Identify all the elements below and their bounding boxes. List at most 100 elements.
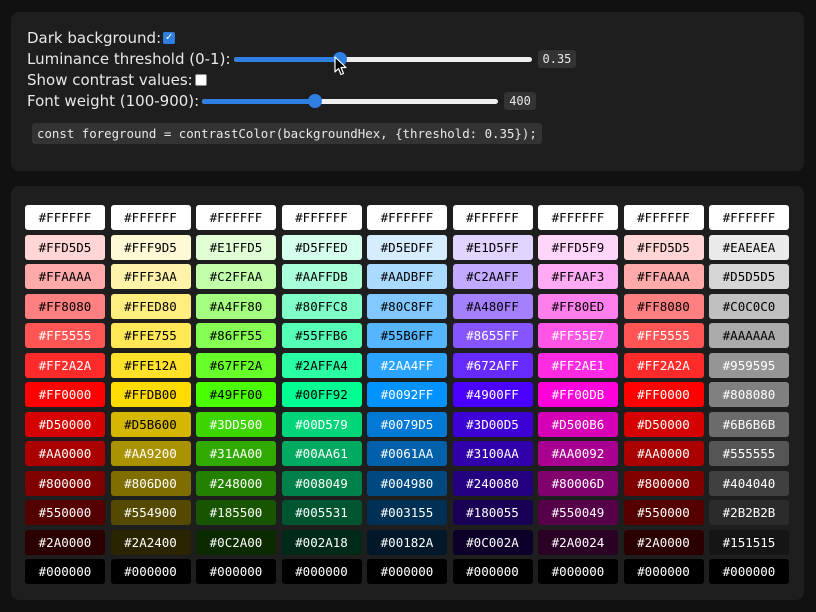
color-swatch: #FFAAAA [623, 264, 704, 289]
color-swatch: #404040 [709, 470, 789, 496]
color-swatch: #FFDB00 [110, 382, 191, 407]
color-swatch: #D5EDFF [367, 234, 447, 260]
swatch-panel: #FFFFFF #FFFFFF #FFFFFF #FFFFFF #FFFFFF #FFFF… [11, 186, 804, 600]
color-swatch: #FFD5D5 [25, 234, 105, 260]
color-swatch: #000000 [623, 559, 704, 584]
color-swatch: #000000 [709, 559, 789, 584]
color-swatch: #C2FFAA [196, 264, 276, 289]
color-swatch: #D5FFED [281, 234, 362, 260]
color-swatch: #004980 [367, 470, 447, 496]
swatch-grid: #FFFFFF #FFFFFF #FFFFFF #FFFFFF #FFFFFF #FFFF… [25, 205, 789, 584]
color-swatch: #FFFFFF [281, 205, 362, 230]
color-swatch: #00182A [367, 529, 447, 555]
dark-background-checkbox[interactable] [163, 32, 176, 44]
color-swatch: #FFF3AA [110, 264, 191, 289]
color-swatch: #00D579 [281, 411, 362, 437]
color-swatch: #3100AA [452, 441, 533, 466]
color-swatch: #554900 [110, 500, 191, 525]
color-swatch: #000000 [281, 559, 362, 584]
font-weight-slider[interactable] [202, 93, 499, 109]
color-swatch: #FFFFFF [196, 205, 276, 230]
color-swatch: #FF8080 [25, 293, 105, 319]
color-swatch: #FFD5F9 [538, 234, 618, 260]
controls-panel: Dark background: Luminance threshold (0-… [11, 12, 804, 171]
color-swatch: #E1D5FF [452, 234, 533, 260]
color-swatch: #FFFFFF [25, 205, 105, 230]
color-swatch: #D5B600 [110, 411, 191, 437]
color-swatch: #FFFFFF [709, 205, 789, 230]
color-swatch: #67FF2A [196, 352, 276, 378]
threshold-slider[interactable] [233, 51, 532, 67]
color-swatch: #E1FFD5 [196, 234, 276, 260]
code-snippet: const foreground = contrastColor(backgro… [32, 123, 542, 144]
threshold-value: 0.35 [537, 50, 577, 68]
color-swatch: #00FF92 [281, 382, 362, 407]
color-swatch: #FF80ED [538, 293, 618, 319]
color-swatch: #86FF55 [196, 323, 276, 348]
color-swatch: #FFF9D5 [110, 234, 191, 260]
color-swatch: #FF2A2A [623, 352, 704, 378]
color-swatch: #80C8FF [367, 293, 447, 319]
color-swatch: #AADBFF [367, 264, 447, 289]
color-swatch: #D50000 [623, 411, 704, 437]
color-swatch: #D50000 [25, 411, 105, 437]
color-swatch: #2A2400 [110, 529, 191, 555]
color-swatch: #000000 [452, 559, 533, 584]
color-swatch: #8655FF [452, 323, 533, 348]
color-swatch: #0C2A00 [196, 529, 276, 555]
color-swatch: #2A0024 [538, 529, 618, 555]
color-swatch: #FFE755 [110, 323, 191, 348]
color-swatch: #005531 [281, 500, 362, 525]
font-weight-slider-thumb[interactable] [307, 94, 322, 108]
color-swatch: #000000 [538, 559, 618, 584]
color-swatch: #185500 [196, 500, 276, 525]
color-swatch: #248000 [196, 470, 276, 496]
color-swatch: #808080 [709, 382, 789, 407]
color-swatch: #000000 [25, 559, 105, 584]
color-swatch: #0092FF [367, 382, 447, 407]
dark-background-row: Dark background: [27, 28, 176, 48]
color-swatch: #FFFFFF [623, 205, 704, 230]
color-swatch: #FFFFFF [538, 205, 618, 230]
color-swatch: #FF8080 [623, 293, 704, 319]
color-swatch: #2A0000 [623, 529, 704, 555]
dark-background-label: Dark background: [27, 29, 162, 47]
color-swatch: #0C002A [452, 529, 533, 555]
color-swatch: #806D00 [110, 470, 191, 496]
color-swatch: #550000 [25, 500, 105, 525]
color-swatch: #C0C0C0 [709, 293, 789, 319]
color-swatch: #FF5555 [623, 323, 704, 348]
color-swatch: #FFAAAA [25, 264, 105, 289]
color-swatch: #000000 [110, 559, 191, 584]
font-weight-row: Font weight (100-900): 400 [27, 91, 536, 111]
color-swatch: #FF0000 [25, 382, 105, 407]
color-swatch: #2AA4FF [367, 352, 447, 378]
show-contrast-checkbox[interactable] [194, 74, 207, 86]
color-swatch: #AA9200 [110, 441, 191, 466]
font-weight-value: 400 [504, 92, 536, 110]
color-swatch: #008049 [281, 470, 362, 496]
color-swatch: #800000 [623, 470, 704, 496]
color-swatch: #0061AA [367, 441, 447, 466]
color-swatch: #AAAAAA [709, 323, 789, 348]
color-swatch: #31AA00 [196, 441, 276, 466]
threshold-row: Luminance threshold (0-1): 0.35 [27, 49, 577, 69]
color-swatch: #151515 [709, 529, 789, 555]
color-swatch: #FF5555 [25, 323, 105, 348]
color-swatch: #959595 [709, 352, 789, 378]
threshold-slider-fill [233, 57, 340, 62]
color-swatch: #FFED80 [110, 293, 191, 319]
mouse-pointer-icon [334, 56, 347, 76]
color-swatch: #240080 [452, 470, 533, 496]
color-swatch: #550049 [538, 500, 618, 525]
color-swatch: #2AFFA4 [281, 352, 362, 378]
color-swatch: #800000 [25, 470, 105, 496]
color-swatch: #A480FF [452, 293, 533, 319]
color-swatch: #FF55E7 [538, 323, 618, 348]
color-swatch: #FF2AE1 [538, 352, 618, 378]
color-swatch: #003155 [367, 500, 447, 525]
color-swatch: #80006D [538, 470, 618, 496]
color-swatch: #180055 [452, 500, 533, 525]
color-swatch: #FFD5D5 [623, 234, 704, 260]
color-swatch: #FF00DB [538, 382, 618, 407]
